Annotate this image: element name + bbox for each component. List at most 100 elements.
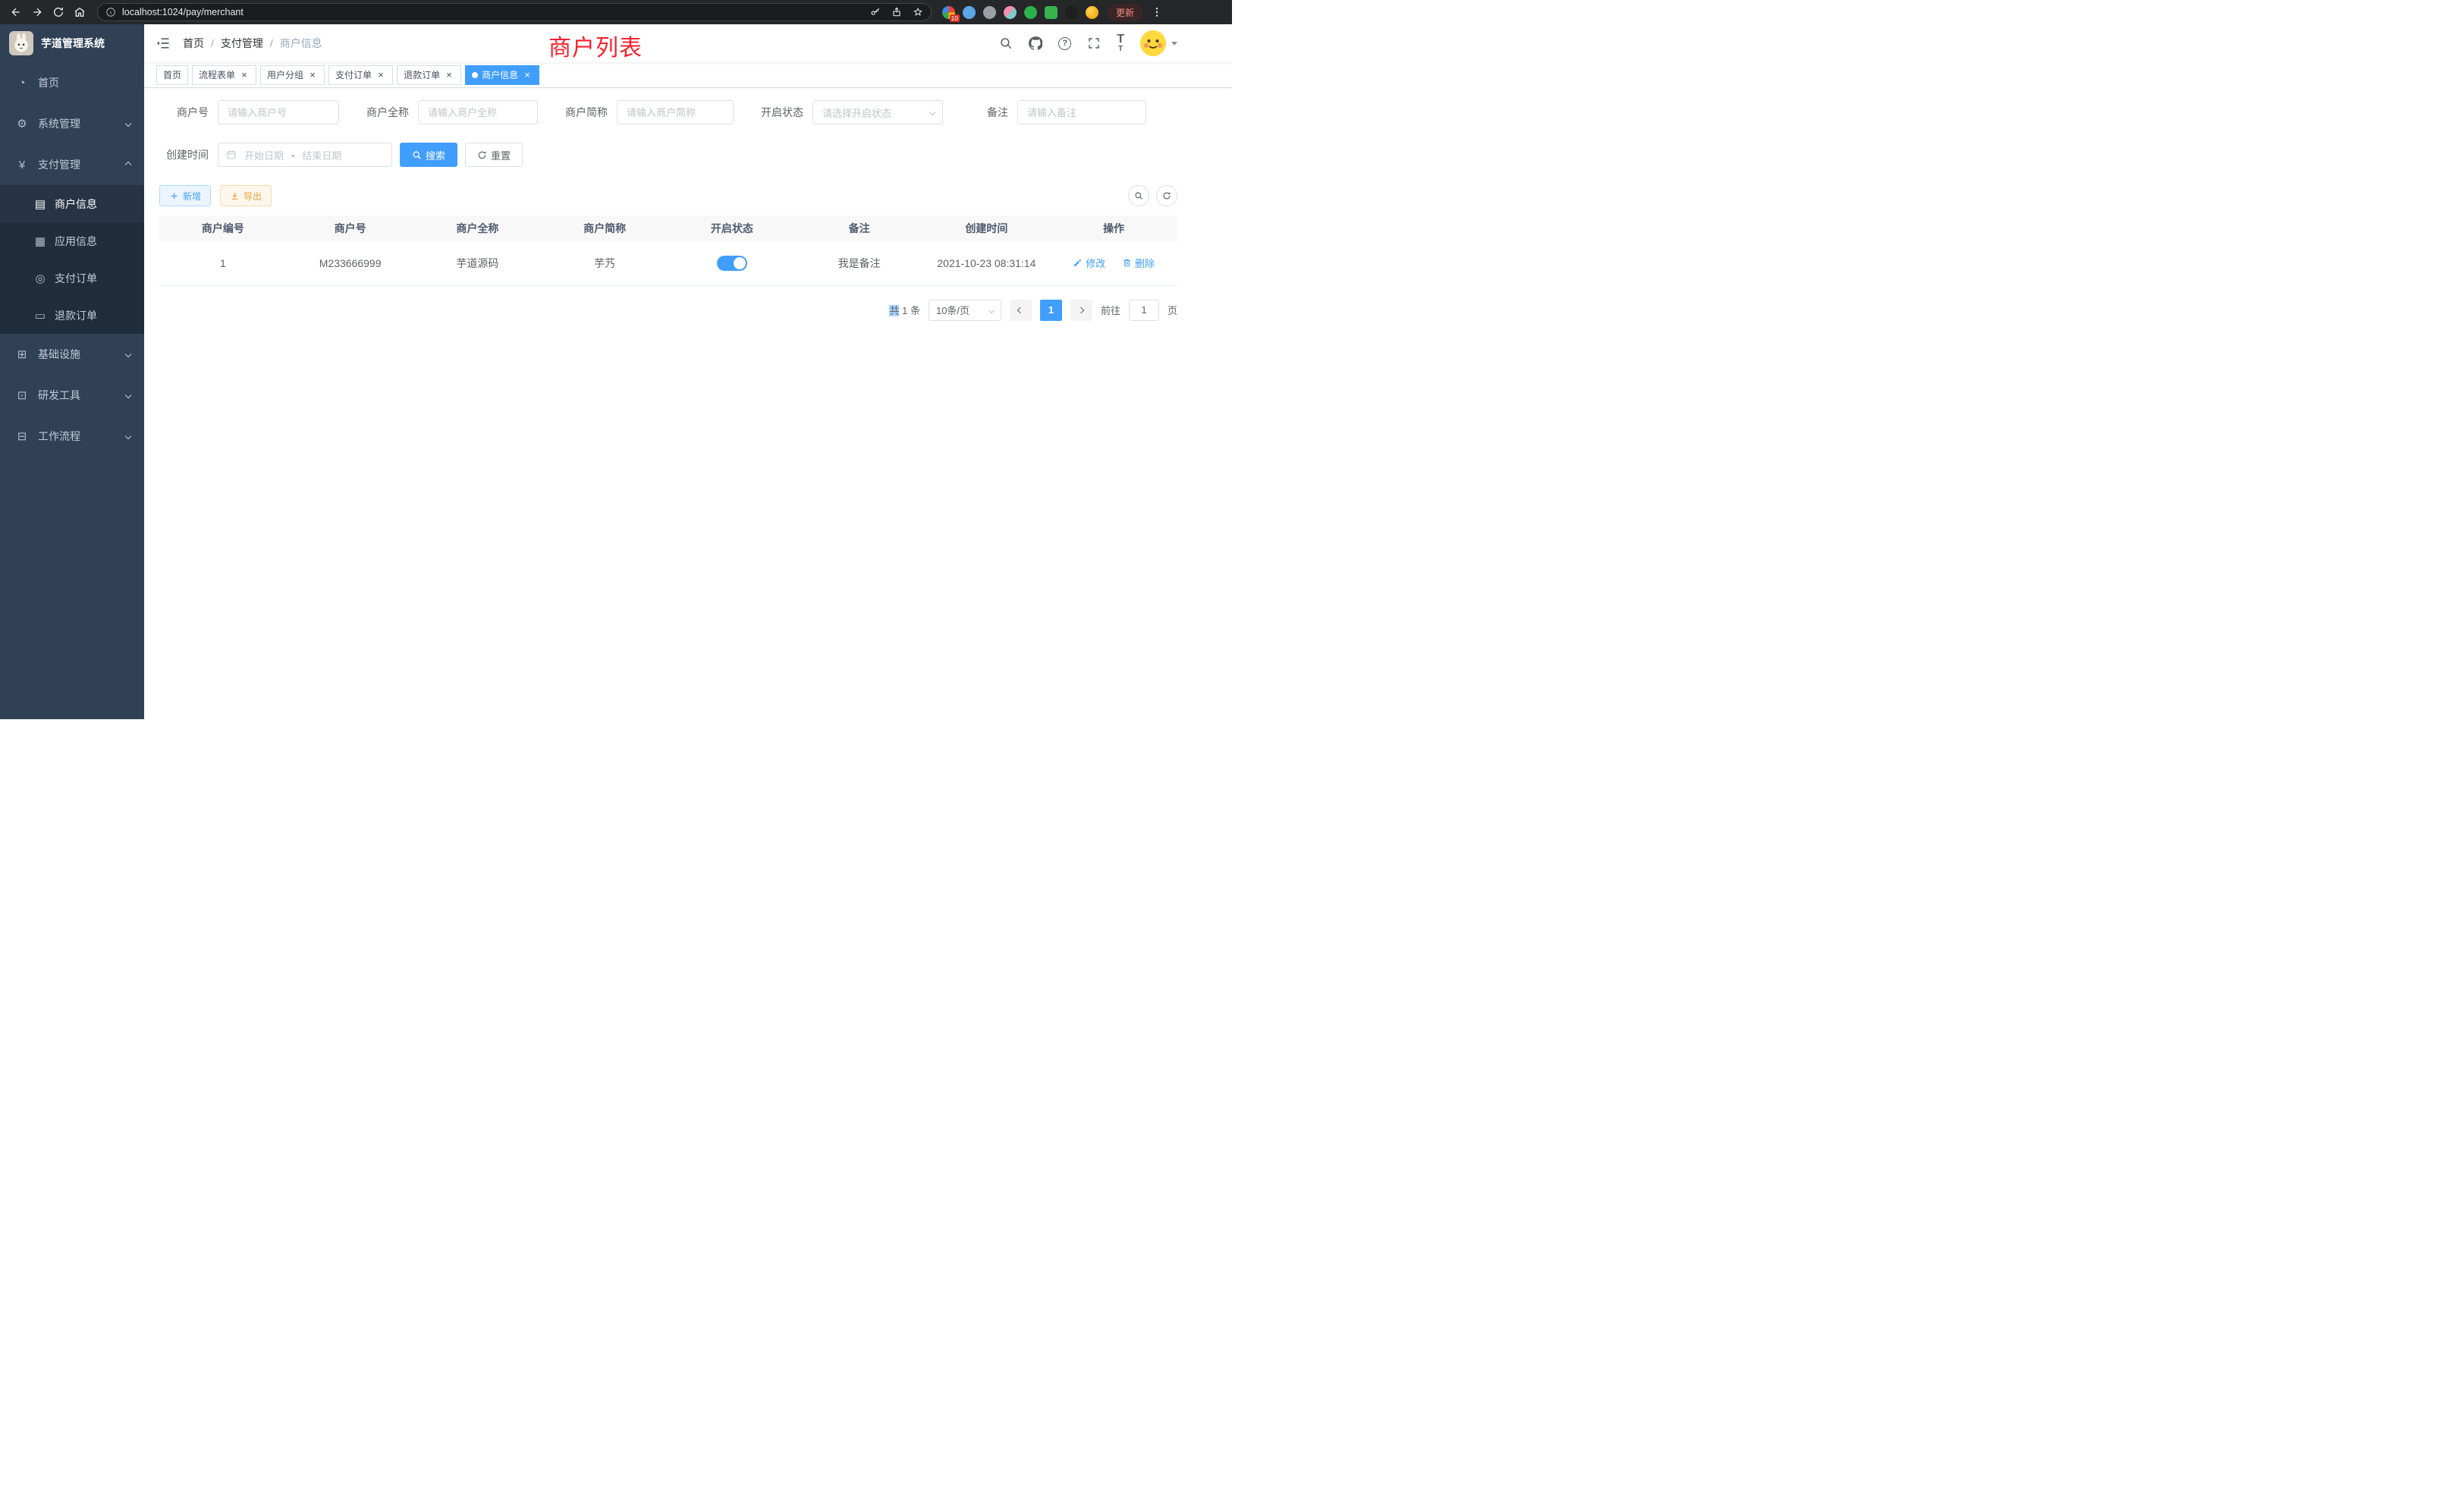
full-name-label: 商户全称 [357,105,409,120]
fullscreen-icon[interactable] [1087,36,1101,50]
url-bar[interactable]: localhost:1024/pay/merchant [97,3,932,21]
close-icon[interactable]: × [522,70,533,80]
trash-icon [1122,258,1132,268]
payment-submenu: ▤ 商户信息 ▦ 应用信息 ◎ 支付订单 ▭ 退款订单 [0,185,144,334]
export-button[interactable]: 导出 [220,185,272,206]
sidebar-item-merchant-info[interactable]: ▤ 商户信息 [0,185,144,222]
cell-create-time: 2021-10-23 08:31:14 [923,241,1051,285]
share-icon[interactable] [891,7,902,17]
help-icon[interactable]: ? [1058,37,1071,50]
tab-refund-order[interactable]: 退款订单 × [397,65,461,85]
grid-icon: ▦ [33,234,47,248]
prev-page-button[interactable] [1010,300,1032,321]
bookmark-star-icon[interactable] [913,7,923,17]
edit-link[interactable]: 修改 [1073,256,1105,270]
toggle-search-button[interactable] [1128,185,1149,206]
extension-gray-icon[interactable] [983,6,996,19]
goto-label: 前往 [1101,303,1120,317]
extension-amber-icon[interactable] [1086,6,1098,19]
extension-dark-icon[interactable] [1065,6,1078,19]
chevron-up-icon [125,162,131,168]
close-icon[interactable]: × [376,70,386,80]
gear-icon: ⚙ [15,117,29,130]
collapse-sidebar-icon[interactable] [144,24,182,62]
chevron-right-icon [1078,306,1084,313]
header-search-icon[interactable] [999,36,1013,50]
cell-status [668,241,796,285]
remark-input[interactable] [1017,100,1146,124]
extension-colorful-icon[interactable]: 10 [942,6,955,19]
extension-blue-icon[interactable] [963,6,976,19]
close-icon[interactable]: × [444,70,454,80]
sidebar-item-workflow[interactable]: ⊟ 工作流程 [0,416,144,457]
tab-pay-order[interactable]: 支付订单 × [328,65,393,85]
create-time-label: 创建时间 [159,147,209,162]
full-name-input[interactable] [418,100,538,124]
short-name-label: 商户简称 [556,105,608,120]
sidebar-item-devtools[interactable]: ⊡ 研发工具 [0,375,144,416]
goto-page-input[interactable] [1129,300,1159,321]
col-full-name: 商户全称 [414,215,542,241]
next-page-button[interactable] [1070,300,1092,321]
cell-merchant-no: M233666999 [287,241,414,285]
sidebar-item-infrastructure[interactable]: ⊞ 基础设施 [0,334,144,375]
sidebar-item-refund-order[interactable]: ▭ 退款订单 [0,297,144,334]
forward-icon[interactable] [29,4,46,20]
sidebar-item-app-info[interactable]: ▦ 应用信息 [0,222,144,259]
user-menu[interactable] [1140,30,1177,56]
create-time-range-picker[interactable]: 开始日期 - 结束日期 [218,143,392,167]
chevron-down-icon [929,109,935,115]
browser-update-button[interactable]: 更新 [1108,4,1142,21]
back-icon[interactable] [8,4,24,20]
page-size-select[interactable]: 10条/页 [929,300,1001,321]
cell-remark: 我是备注 [796,241,923,285]
merchant-no-input[interactable] [218,100,339,124]
home-icon[interactable] [71,4,88,20]
sidebar-item-pay-order[interactable]: ◎ 支付订单 [0,259,144,297]
page-content: 商户号 商户全称 商户简称 开启状态 请选择开启状态 [144,88,1232,321]
status-toggle[interactable] [717,256,747,271]
breadcrumb-home[interactable]: 首页 [183,36,204,51]
extension-pink-icon[interactable] [1004,6,1017,19]
close-icon[interactable]: × [307,70,318,80]
breadcrumb-merchant-info: 商户信息 [280,36,322,51]
font-size-icon[interactable]: TT [1117,33,1124,53]
search-button[interactable]: 搜索 [400,143,457,167]
extension-green-icon[interactable] [1024,6,1037,19]
sidebar-item-payment[interactable]: ¥ 支付管理 [0,144,144,185]
tab-merchant-info[interactable]: 商户信息 × [465,65,539,85]
site-info-icon[interactable] [105,7,116,17]
browser-menu-icon[interactable] [1149,4,1165,20]
refresh-table-button[interactable] [1156,185,1177,206]
sidebar-item-home[interactable]: ◔ 首页 [0,62,144,103]
status-select[interactable]: 请选择开启状态 [812,100,943,124]
sidebar-item-system[interactable]: ⚙ 系统管理 [0,103,144,144]
password-key-icon[interactable] [870,7,881,17]
table-row: 1 M233666999 芋道源码 芋艿 我是备注 2021-10-23 08:… [159,241,1177,285]
url-text: localhost:1024/pay/merchant [122,7,244,17]
short-name-input[interactable] [617,100,734,124]
cell-actions: 修改 删除 [1050,241,1177,285]
chevron-down-icon [988,306,995,313]
add-button[interactable]: 新增 [159,185,211,206]
breadcrumb-payment[interactable]: 支付管理 [221,36,263,51]
cell-short-name: 芋艿 [541,241,668,285]
page-unit-label: 页 [1168,303,1177,317]
tab-process-form[interactable]: 流程表单 × [192,65,256,85]
chevron-down-icon [125,121,131,127]
reset-button[interactable]: 重置 [465,143,523,167]
app-logo[interactable]: 芋道管理系统 [0,24,144,62]
cell-merchant-id: 1 [159,241,287,285]
close-icon[interactable]: × [239,70,250,80]
avatar-caret-icon [1171,42,1177,46]
extension-note-icon[interactable] [1045,6,1058,19]
top-navbar: 首页 / 支付管理 / 商户信息 商户列表 ? [144,24,1232,62]
infrastructure-icon: ⊞ [15,347,29,361]
github-icon[interactable] [1029,36,1042,50]
tab-home[interactable]: 首页 [156,65,188,85]
current-page-button[interactable]: 1 [1040,300,1062,321]
tab-user-group[interactable]: 用户分组 × [260,65,325,85]
reload-icon[interactable] [50,4,67,20]
delete-link[interactable]: 删除 [1122,256,1155,270]
merchant-no-label: 商户号 [159,105,209,120]
